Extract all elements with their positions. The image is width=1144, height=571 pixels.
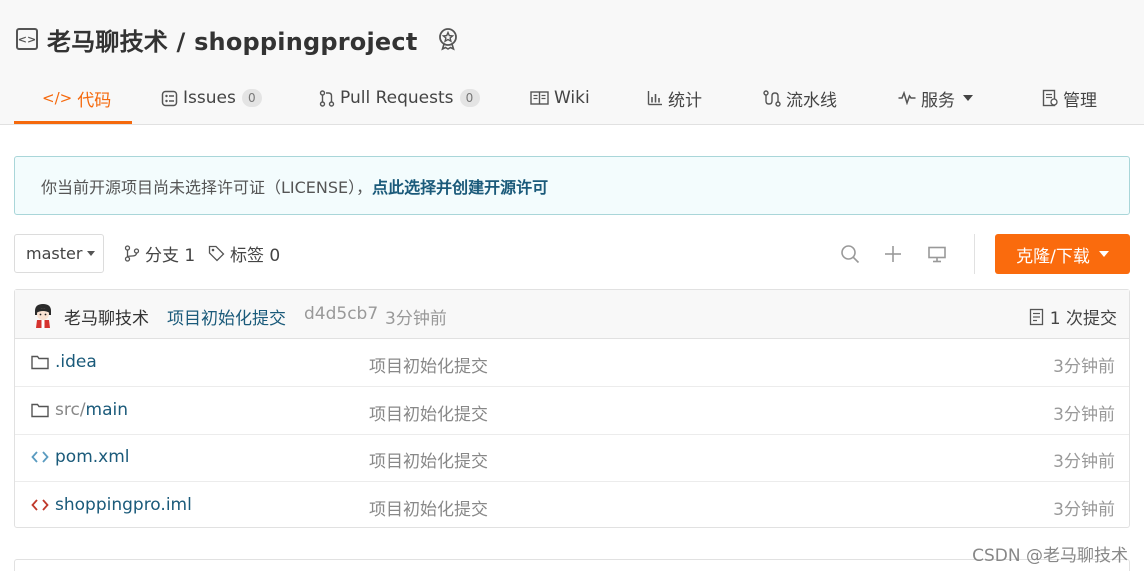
tab-services[interactable]: 服务 xyxy=(898,72,973,124)
pipeline-icon xyxy=(763,89,781,107)
tab-manage[interactable]: 管理 xyxy=(1042,72,1097,124)
license-notice: 你当前开源项目尚未选择许可证（LICENSE）， 点此选择并创建开源许可 xyxy=(14,156,1130,215)
license-notice-text: 你当前开源项目尚未选择许可证（LICENSE）， xyxy=(41,177,373,197)
file-commit-message[interactable]: 项目初始化提交 xyxy=(369,400,488,425)
file-name[interactable]: .idea xyxy=(55,352,97,372)
tab-pull-requests[interactable]: Pull Requests 0 xyxy=(319,72,480,124)
file-row[interactable]: .idea 项目初始化提交 3分钟前 xyxy=(15,339,1129,387)
commit-time: 3分钟前 xyxy=(385,309,447,329)
commit-message[interactable]: 项目初始化提交 xyxy=(167,304,286,329)
active-tab-indicator xyxy=(14,121,132,124)
code-box-icon: <> xyxy=(16,28,38,50)
folder-icon xyxy=(31,401,49,419)
tab-wiki[interactable]: Wiki xyxy=(530,72,590,124)
commit-sha[interactable]: d4d5cb7 xyxy=(304,304,378,324)
readme-panel xyxy=(14,559,1130,571)
commit-author[interactable]: 老马聊技术 xyxy=(64,304,149,329)
tags-link[interactable]: 标签 0 xyxy=(208,234,280,273)
file-commit-time: 3分钟前 xyxy=(1053,452,1115,472)
file-commit-time: 3分钟前 xyxy=(1053,405,1115,425)
file-row[interactable]: src/main 项目初始化提交 3分钟前 xyxy=(15,387,1129,435)
file-commit-message[interactable]: 项目初始化提交 xyxy=(369,447,488,472)
repo-toolbar: master 分支 1 标签 0 克隆/下载 xyxy=(14,234,1130,274)
commit-count-link[interactable]: 1 次提交 xyxy=(1029,304,1117,329)
repo-title-row: <> 老马聊技术 / shoppingproject xyxy=(16,22,460,57)
file-commit-time: 3分钟前 xyxy=(1053,500,1115,520)
file-commit-message[interactable]: 项目初始化提交 xyxy=(369,495,488,520)
avatar[interactable] xyxy=(31,303,55,329)
commit-history-icon xyxy=(1029,308,1043,325)
file-name[interactable]: src/main xyxy=(55,400,128,420)
tab-stats[interactable]: 统计 xyxy=(647,72,702,124)
latest-commit-row: 老马聊技术 项目初始化提交 d4d5cb7 3分钟前 1 次提交 xyxy=(15,290,1129,339)
bar-chart-icon xyxy=(647,90,663,106)
code-icon: </> xyxy=(42,89,73,107)
pull-request-icon xyxy=(319,89,335,107)
file-row[interactable]: pom.xml 项目初始化提交 3分钟前 xyxy=(15,434,1129,482)
award-badge-icon[interactable] xyxy=(436,27,460,51)
folder-icon xyxy=(31,353,49,371)
pulse-icon xyxy=(898,91,916,105)
pull-requests-count-badge: 0 xyxy=(459,89,480,107)
chevron-down-icon xyxy=(87,251,96,256)
file-commit-time: 3分钟前 xyxy=(1053,357,1115,377)
code-file-icon xyxy=(31,448,49,466)
toolbar-divider xyxy=(974,234,975,274)
file-commit-message[interactable]: 项目初始化提交 xyxy=(369,352,488,377)
search-icon[interactable] xyxy=(840,244,860,264)
branch-select[interactable]: master xyxy=(14,234,104,273)
create-license-link[interactable]: 点此选择并创建开源许可 xyxy=(372,174,548,198)
manage-icon xyxy=(1042,89,1058,107)
plus-icon[interactable] xyxy=(883,244,903,264)
branch-icon xyxy=(124,245,140,262)
tab-code[interactable]: </> 代码 xyxy=(42,72,111,124)
book-icon xyxy=(530,90,549,106)
chevron-down-icon xyxy=(1098,251,1109,257)
tab-pipeline[interactable]: 流水线 xyxy=(763,72,837,124)
file-row[interactable]: shoppingpro.iml 项目初始化提交 3分钟前 xyxy=(15,482,1129,530)
clone-download-button[interactable]: 克隆/下载 xyxy=(995,234,1130,274)
code-file-icon xyxy=(31,496,49,514)
repo-tabs: </> 代码 Issues 0 Pull Requests 0 Wiki 统计 … xyxy=(14,72,1130,125)
file-name[interactable]: pom.xml xyxy=(55,447,130,467)
issues-icon xyxy=(161,90,178,107)
file-list: 老马聊技术 项目初始化提交 d4d5cb7 3分钟前 1 次提交 .idea 项… xyxy=(14,289,1130,528)
file-name[interactable]: shoppingpro.iml xyxy=(55,495,192,515)
branches-link[interactable]: 分支 1 xyxy=(124,234,195,273)
repo-header: <> 老马聊技术 / shoppingproject </> 代码 Issues… xyxy=(0,0,1144,125)
tag-icon xyxy=(208,245,225,262)
repo-title[interactable]: 老马聊技术 / shoppingproject xyxy=(47,22,418,57)
chevron-down-icon xyxy=(963,95,973,101)
issues-count-badge: 0 xyxy=(241,89,262,107)
watermark: CSDN @老马聊技术 xyxy=(972,546,1128,566)
tab-issues[interactable]: Issues 0 xyxy=(161,72,262,124)
monitor-icon[interactable] xyxy=(927,244,947,264)
